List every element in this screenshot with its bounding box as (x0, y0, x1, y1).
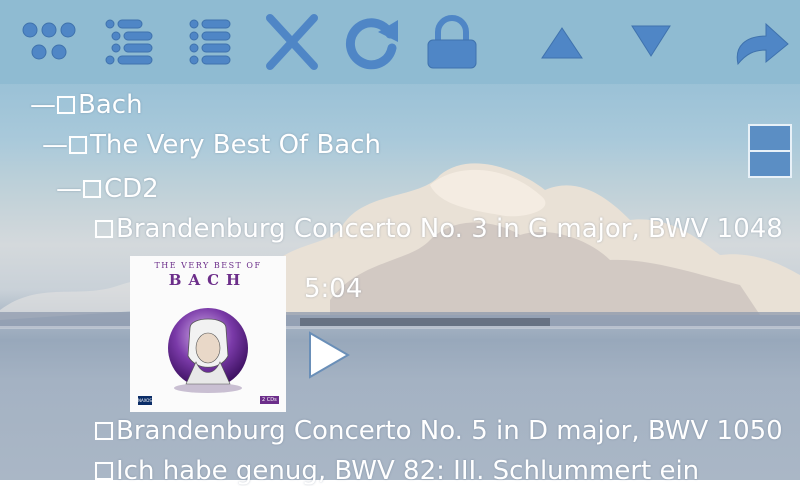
checkbox[interactable] (57, 96, 75, 114)
album-label: The Very Best Of Bach (90, 130, 381, 160)
tree-line: — (30, 90, 56, 120)
track-label: Ich habe genug, BWV 82: III. Schlummert … (116, 456, 700, 486)
disc-label: CD2 (104, 174, 159, 204)
play-button[interactable] (306, 330, 352, 380)
list-icon[interactable] (102, 14, 162, 70)
checkbox[interactable] (95, 220, 113, 238)
toolbar (0, 0, 800, 84)
checkbox[interactable] (69, 136, 87, 154)
track-label: Brandenburg Concerto No. 3 in G major, B… (116, 214, 783, 244)
checkbox[interactable] (95, 422, 113, 440)
arrow-up-icon[interactable] (540, 14, 600, 70)
arrow-down-icon[interactable] (628, 14, 688, 70)
grid-dots-icon[interactable] (20, 14, 80, 70)
publisher-logo: NAXOS (138, 396, 152, 405)
refresh-icon[interactable] (342, 14, 402, 70)
portrait-image (168, 308, 248, 393)
track-duration: 5:04 (304, 274, 363, 304)
track-label: Brandenburg Concerto No. 5 in D major, B… (116, 416, 783, 446)
play-icon (309, 331, 350, 379)
checkbox[interactable] (83, 180, 101, 198)
artist-label: Bach (78, 90, 143, 120)
tree-node-album[interactable]: — The Very Best Of Bach (42, 130, 381, 160)
checkbox[interactable] (95, 462, 113, 480)
redo-arrow-icon[interactable] (730, 14, 790, 70)
tree-node-disc[interactable]: — CD2 (56, 174, 159, 204)
scrollbar-handle[interactable] (748, 124, 792, 178)
tree-node-track[interactable]: Ich habe genug, BWV 82: III. Schlummert … (94, 456, 699, 486)
tree-node-artist[interactable]: — Bach (30, 90, 143, 120)
list-icon[interactable] (184, 14, 244, 70)
tree-node-track[interactable]: Brandenburg Concerto No. 3 in G major, B… (94, 214, 783, 244)
album-cover: THE VERY BEST OF BACH NAXOS 2 CDs (130, 256, 286, 412)
close-icon[interactable] (262, 14, 322, 70)
tree-node-track[interactable]: Brandenburg Concerto No. 5 in D major, B… (94, 416, 783, 446)
tree-line: — (42, 130, 68, 160)
cover-badge: 2 CDs (260, 396, 279, 404)
tree-line: — (56, 174, 82, 204)
lock-icon[interactable] (424, 14, 484, 70)
